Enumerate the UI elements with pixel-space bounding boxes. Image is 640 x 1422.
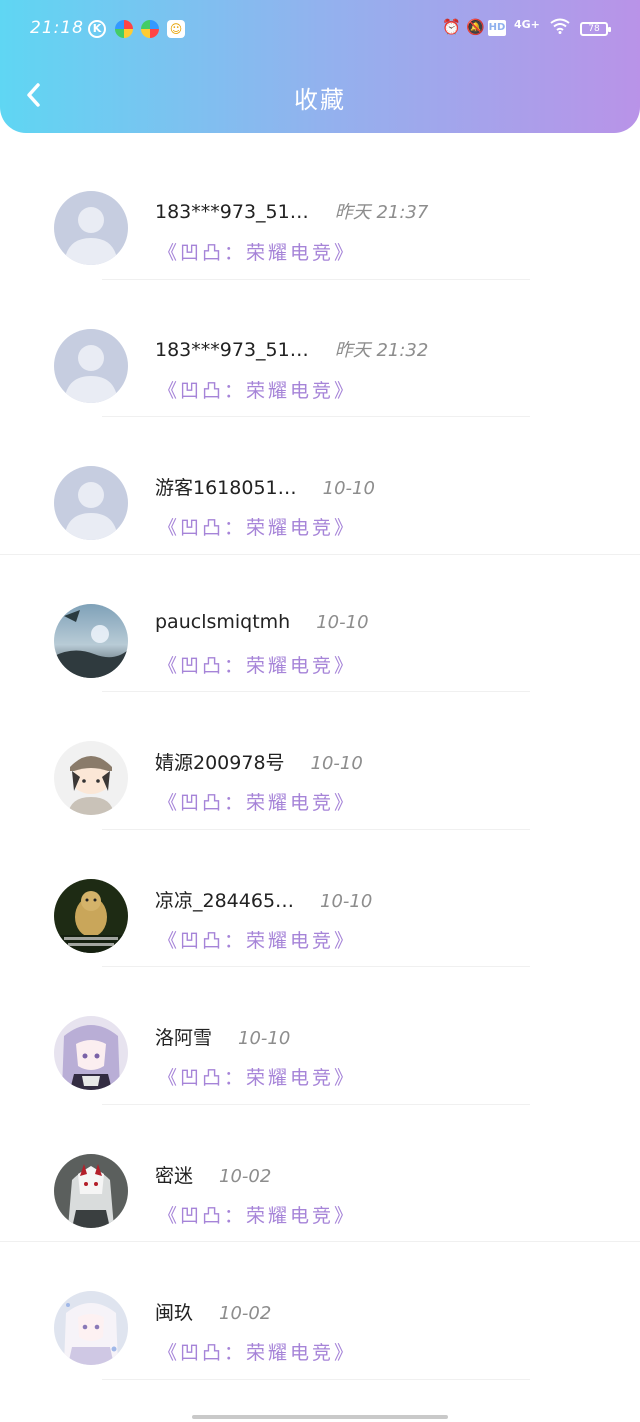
game-title: 《凹凸：荣耀电竞》 xyxy=(158,1067,357,1089)
colorful-app-icon-2 xyxy=(141,20,159,38)
colorful-app-icon xyxy=(115,20,133,38)
favorite-date: 10-10 xyxy=(316,611,369,633)
avatar[interactable] xyxy=(54,741,128,815)
favorite-item[interactable]: 洛阿雪 10-10 《凹凸：荣耀电竞》 xyxy=(0,967,640,1105)
name-row: pauclsmiqtmh 10-10 xyxy=(155,611,369,633)
game-title: 《凹凸：荣耀电竞》 xyxy=(158,1204,357,1227)
avatar[interactable] xyxy=(54,191,128,265)
hd-icon: HD xyxy=(488,20,506,36)
status-bar: 21:18 K ☺ ⏰ 🔕 HD 4G+ 78 xyxy=(0,0,640,60)
name-row: 凉凉_284465… 10-10 xyxy=(155,886,372,913)
favorite-date: 10-10 xyxy=(310,753,363,774)
user-name: 凉凉_284465… xyxy=(155,889,295,912)
favorite-date: 昨天 21:32 xyxy=(334,339,429,361)
wifi-icon xyxy=(550,18,570,38)
favorite-item[interactable]: 游客1618051… 10-10 《凹凸：荣耀电竞》 xyxy=(0,417,640,555)
favorite-item[interactable]: 婧源200978号 10-10 《凹凸：荣耀电竞》 xyxy=(0,692,640,830)
user-name: 183***973_51… xyxy=(155,338,309,361)
header-bar: 21:18 K ☺ ⏰ 🔕 HD 4G+ 78 收藏 xyxy=(0,0,640,133)
favorite-date: 昨天 21:37 xyxy=(334,202,429,223)
favorite-item[interactable]: 闽玖 10-02 《凹凸：荣耀电竞》 xyxy=(0,1242,640,1380)
dog-app-icon: ☺ xyxy=(167,20,185,38)
battery-icon: 78 xyxy=(580,22,611,36)
avatar[interactable] xyxy=(54,1016,128,1090)
favorites-list: 183***973_51… 昨天 21:37 《凹凸：荣耀电竞》 183***973_… xyxy=(0,142,640,1380)
avatar[interactable] xyxy=(54,1153,128,1228)
user-name: 密迷 xyxy=(155,1164,194,1187)
name-row: 洛阿雪 10-10 xyxy=(155,1023,290,1050)
name-row: 密迷 10-02 xyxy=(155,1161,271,1188)
user-name: 183***973_51… xyxy=(155,201,309,223)
name-row: 婧源200978号 10-10 xyxy=(155,748,363,775)
favorite-item[interactable]: 凉凉_284465… 10-10 《凹凸：荣耀电竞》 xyxy=(0,830,640,967)
game-title: 《凹凸：荣耀电竞》 xyxy=(158,654,357,677)
name-row: 闽玖 10-02 xyxy=(155,1298,271,1325)
avatar[interactable] xyxy=(54,603,128,678)
favorite-item[interactable]: 183***973_51… 昨天 21:32 《凹凸：荣耀电竞》 xyxy=(0,280,640,417)
favorite-date: 10-10 xyxy=(238,1028,291,1049)
favorite-date: 10-10 xyxy=(320,890,373,912)
name-row: 游客1618051… 10-10 xyxy=(155,473,375,500)
favorite-item[interactable]: pauclsmiqtmh 10-10 《凹凸：荣耀电竞》 xyxy=(0,555,640,692)
avatar[interactable] xyxy=(54,878,128,953)
game-title: 《凹凸：荣耀电竞》 xyxy=(158,1342,357,1364)
user-name: 游客1618051… xyxy=(155,477,297,499)
mute-icon: 🔕 xyxy=(466,18,485,36)
alarm-icon: ⏰ xyxy=(442,18,461,36)
avatar[interactable] xyxy=(54,466,128,540)
avatar[interactable] xyxy=(54,1291,128,1365)
game-title: 《凹凸：荣耀电竞》 xyxy=(158,792,357,814)
game-title: 《凹凸：荣耀电竞》 xyxy=(158,242,357,264)
user-name: pauclsmiqtmh xyxy=(155,610,291,633)
k-app-icon: K xyxy=(88,20,106,38)
game-title: 《凹凸：荣耀电竞》 xyxy=(158,929,357,952)
favorite-item[interactable]: 183***973_51… 昨天 21:37 《凹凸：荣耀电竞》 xyxy=(0,142,640,280)
network-label: 4G+ xyxy=(514,18,540,31)
game-title: 《凹凸：荣耀电竞》 xyxy=(158,517,357,539)
user-name: 闽玖 xyxy=(155,1302,194,1324)
home-indicator[interactable] xyxy=(192,1415,448,1419)
user-name: 洛阿雪 xyxy=(155,1027,213,1049)
favorite-date: 10-02 xyxy=(219,1165,272,1187)
favorite-item[interactable]: 密迷 10-02 《凹凸：荣耀电竞》 xyxy=(0,1105,640,1242)
page-title: 收藏 xyxy=(294,86,346,114)
status-time: 21:18 xyxy=(30,18,84,38)
avatar[interactable] xyxy=(54,328,128,403)
divider xyxy=(102,1378,530,1380)
favorite-date: 10-10 xyxy=(322,478,375,499)
favorite-date: 10-02 xyxy=(219,1303,272,1324)
user-name: 婧源200978号 xyxy=(155,752,285,774)
name-row: 183***973_51… 昨天 21:32 xyxy=(155,336,428,362)
game-title: 《凹凸：荣耀电竞》 xyxy=(158,379,357,402)
name-row: 183***973_51… 昨天 21:37 xyxy=(155,198,428,224)
